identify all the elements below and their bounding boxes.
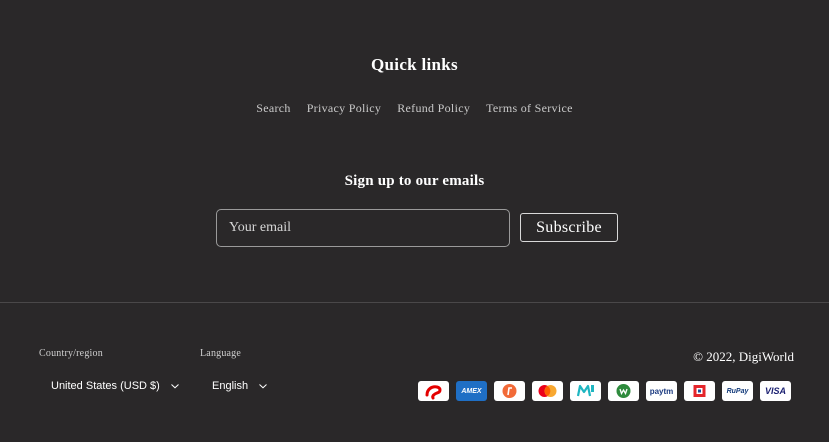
- visa-text: VISA: [764, 386, 786, 396]
- copyright-text: © 2022, DigiWorld: [693, 349, 794, 364]
- rupay-icon: RuPay: [722, 381, 753, 401]
- freecharge-icon: [494, 381, 525, 401]
- paytm-text: paytm: [649, 386, 674, 396]
- country-selector[interactable]: United States (USD $): [51, 378, 180, 394]
- link-terms-of-service[interactable]: Terms of Service: [486, 101, 573, 116]
- quick-links-title: Quick links: [371, 55, 458, 74]
- country-label: Country/region: [39, 348, 103, 359]
- chevron-down-icon: [259, 384, 267, 389]
- language-value: English: [212, 380, 249, 392]
- chevron-down-icon: [170, 384, 179, 389]
- visa-icon: VISA: [760, 381, 791, 401]
- airtel-icon: [418, 381, 449, 401]
- paytm-icon: paytm: [646, 381, 677, 401]
- footer-divider: [0, 302, 829, 303]
- newsletter-title: Sign up to our emails: [344, 173, 485, 189]
- language-selector[interactable]: English: [212, 378, 268, 394]
- link-privacy-policy[interactable]: Privacy Policy: [307, 101, 382, 116]
- quick-links-nav: Search Privacy Policy Refund Policy Term…: [0, 101, 829, 116]
- link-search[interactable]: Search: [256, 101, 290, 116]
- subscribe-button[interactable]: Subscribe: [520, 213, 618, 242]
- hdfc-icon: [684, 381, 715, 401]
- language-label: Language: [200, 348, 242, 359]
- country-value: United States (USD $): [51, 380, 160, 392]
- payment-icons-list: AMEX paytm RuPay VISA: [418, 381, 791, 401]
- link-refund-policy[interactable]: Refund Policy: [397, 101, 470, 116]
- amex-text: AMEX: [461, 387, 482, 395]
- mastercard-icon: [532, 381, 563, 401]
- rupay-text: RuPay: [726, 387, 749, 395]
- mobikwik-icon: [570, 381, 601, 401]
- amex-icon: AMEX: [456, 381, 487, 401]
- email-field[interactable]: [216, 209, 510, 247]
- ola-money-icon: [608, 381, 639, 401]
